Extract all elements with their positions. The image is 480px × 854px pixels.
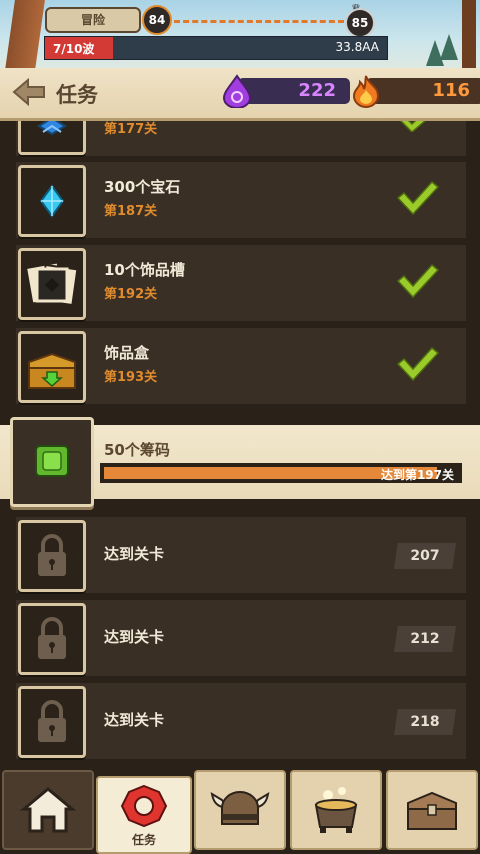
page-header: 任务 222 116: [0, 68, 480, 121]
level-progress-track: [174, 20, 344, 23]
required-level-chip: 218: [394, 709, 456, 735]
quest-row-active[interactable]: 50个筹码 达到第197关: [0, 417, 480, 507]
chest-icon: [407, 791, 457, 830]
quest-row-locked[interactable]: 达到关卡 218: [16, 683, 466, 759]
quest-row-completed[interactable]: 300个宝石 第187关: [16, 162, 466, 238]
quest-name: 达到关卡: [104, 628, 165, 646]
quest-name: 达到关卡: [104, 711, 165, 729]
next-level-badge: 85: [345, 8, 375, 38]
quest-row-locked[interactable]: 达到关卡 212: [16, 600, 466, 676]
quest-icon-frame: [10, 417, 94, 507]
viking-helmet-icon: [210, 791, 270, 825]
damage-value: 33.8AA: [335, 40, 379, 54]
quest-stage: 第187关: [104, 204, 158, 219]
quest-stage: 第192关: [104, 287, 158, 302]
required-level-chip: 212: [394, 626, 456, 652]
nav-label-quests: 任务: [131, 833, 156, 847]
quest-icon-frame: [18, 520, 86, 592]
nav-tab-home[interactable]: [2, 770, 94, 850]
checkmark-icon: [396, 263, 440, 299]
quest-name: 50个筹码: [104, 441, 170, 459]
purple-drop-icon: [222, 74, 252, 108]
wave-progress-bar: 7/10波 33.8AA: [44, 36, 388, 60]
quest-icon-frame: [18, 331, 86, 403]
game-scene-strip: 冒险 84 ♛ 85 7/10波 33.8AA: [0, 0, 480, 70]
checkmark-icon: [396, 180, 440, 216]
checkmark-icon: [399, 121, 426, 132]
quest-icon-frame: [18, 121, 86, 155]
nav-tab-heroes[interactable]: [194, 770, 286, 850]
quest-stage: 第193关: [104, 370, 158, 385]
blue-book-icon: [37, 121, 67, 136]
current-level-badge: 84: [142, 5, 172, 35]
tree-trunk: [5, 0, 45, 70]
padlock-icon: [38, 617, 66, 659]
quest-icon-frame: [18, 165, 86, 237]
trinket-slots-icon: [24, 261, 79, 307]
quest-progress-text: 达到第197关: [380, 468, 454, 482]
quest-row-completed[interactable]: 饰品盒 第193关: [16, 328, 466, 404]
quest-name: 达到关卡: [104, 545, 165, 563]
quest-name: 300个宝石: [104, 178, 181, 196]
quest-icon-frame: [18, 248, 86, 320]
back-button[interactable]: [12, 77, 48, 107]
flame-counter[interactable]: 116: [350, 75, 480, 108]
back-arrow-icon: [12, 77, 45, 107]
wave-count: 7/10波: [53, 42, 95, 56]
flame-count: 116: [366, 78, 480, 104]
treasure-chest-icon: [28, 352, 76, 389]
tree-trunk: [462, 0, 476, 70]
padlock-icon: [38, 700, 66, 742]
gem-icon: [39, 184, 65, 218]
bottom-nav: 任务: [0, 766, 480, 854]
nav-tab-chest[interactable]: [386, 770, 478, 850]
padlock-icon: [38, 534, 66, 576]
gem-count: 222: [238, 78, 350, 104]
adventure-mode-tag[interactable]: 冒险: [45, 7, 141, 33]
flame-icon: [352, 75, 380, 108]
green-chip-icon: [35, 445, 69, 477]
quest-row-completed[interactable]: 第177关: [16, 121, 466, 156]
house-icon: [19, 787, 77, 833]
quest-row-locked[interactable]: 达到关卡 207: [16, 517, 466, 593]
cauldron-icon: [314, 787, 358, 833]
quest-icon-frame: [18, 686, 86, 758]
quest-name: 10个饰品槽: [104, 261, 185, 279]
gem-counter[interactable]: 222: [222, 74, 350, 108]
checkmark-icon: [396, 346, 440, 382]
quest-progress-bar: 达到第197关: [100, 463, 462, 483]
nav-tab-quests[interactable]: 任务: [96, 776, 192, 854]
quest-list[interactable]: 第177关 300个宝石 第187关 10个饰品槽 第192关 饰品盒 第193…: [0, 121, 480, 766]
required-level-chip: 207: [394, 543, 456, 569]
quest-badge-icon: [120, 785, 168, 828]
nav-tab-alchemy[interactable]: [290, 770, 382, 850]
page-title: 任务: [56, 83, 98, 107]
quest-row-completed[interactable]: 10个饰品槽 第192关: [16, 245, 466, 321]
quest-icon-frame: [18, 603, 86, 675]
quest-stage: 第177关: [104, 122, 158, 137]
quest-name: 饰品盒: [104, 344, 150, 362]
pine-tree: [440, 34, 458, 60]
